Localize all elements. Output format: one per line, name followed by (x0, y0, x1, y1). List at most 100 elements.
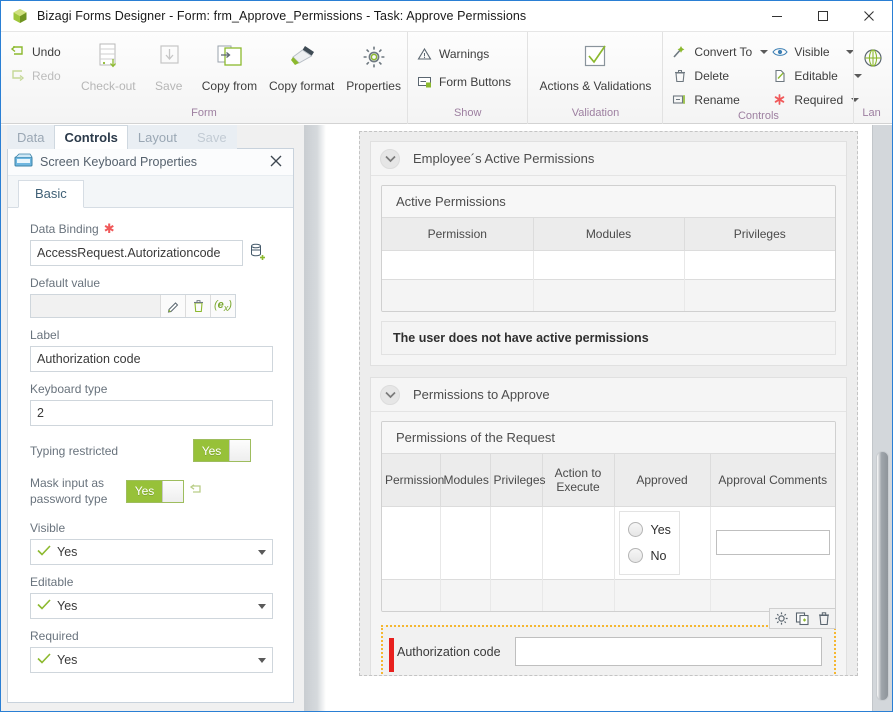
approval-comments-input[interactable] (715, 530, 830, 555)
section-header[interactable]: Employee´s Active Permissions (371, 142, 846, 176)
radio-icon[interactable] (627, 522, 643, 537)
column-header-privileges[interactable]: Privileges (490, 454, 546, 507)
request-permissions-grid: Permissions of the Request Permission Mo… (381, 421, 836, 612)
convert-to-button[interactable]: Convert To (671, 42, 769, 61)
field-typing-restricted: Typing restricted Yes (30, 439, 273, 462)
cell-permission[interactable] (382, 506, 441, 579)
cell-action-to-execute[interactable] (542, 506, 615, 579)
editable-button[interactable]: Editable (771, 66, 862, 85)
language-button[interactable] (860, 36, 886, 78)
field-keyboard-type: Keyboard type (30, 382, 273, 426)
convert-wand-icon (671, 44, 688, 60)
visible-select[interactable]: Yes (30, 539, 273, 565)
undo-button[interactable]: Undo (9, 42, 67, 61)
grid-header-row: Permission Modules Privileges Action to … (382, 454, 835, 507)
check-out-button[interactable]: Check-out (75, 36, 142, 93)
delete-label: Delete (694, 68, 730, 83)
gear-icon[interactable] (773, 610, 790, 627)
duplicate-icon[interactable] (794, 610, 811, 627)
mask-input-toggle[interactable]: Yes (126, 479, 184, 503)
selected-control-authorization-code[interactable]: Authorization code (381, 608, 836, 675)
default-value-input[interactable] (31, 295, 160, 317)
tab-data[interactable]: Data (7, 125, 55, 149)
radio-option-no[interactable]: No (627, 543, 671, 569)
cell[interactable] (684, 250, 835, 279)
active-permissions-grid: Active Permissions Permission Modules Pr… (381, 185, 836, 312)
actions-validations-button[interactable]: Actions & Validations (533, 36, 659, 93)
copy-from-button[interactable]: Copy from (196, 36, 263, 93)
section-header[interactable]: Permissions to Approve (371, 378, 846, 412)
close-icon[interactable] (269, 154, 283, 171)
radio-option-yes[interactable]: Yes (627, 517, 671, 543)
panel-splitter[interactable] (304, 125, 326, 711)
canvas-vertical-scrollbar[interactable] (872, 125, 892, 711)
tab-basic[interactable]: Basic (18, 180, 84, 208)
mask-input-label: Mask input as password type (30, 476, 108, 506)
cell (684, 278, 835, 311)
column-header-permission[interactable]: Permission (382, 218, 534, 251)
chevron-down-icon[interactable] (380, 148, 400, 169)
table-row[interactable]: Yes No (382, 506, 835, 579)
form-page: Employee´s Active Permissions Active Per… (326, 125, 872, 711)
grid-footer-row (382, 278, 835, 311)
editable-select[interactable]: Yes (30, 593, 273, 619)
column-header-approval-comments[interactable]: Approval Comments (710, 454, 835, 507)
typing-restricted-toggle[interactable]: Yes (193, 439, 251, 462)
visible-label: Visible (30, 521, 66, 535)
section-body: Active Permissions Permission Modules Pr… (371, 176, 846, 365)
table-row[interactable] (382, 250, 835, 279)
redo-button[interactable]: Redo (9, 66, 67, 85)
keyboard-type-input[interactable] (30, 400, 273, 426)
label-input[interactable] (30, 346, 273, 372)
ribbon-group-validation: Actions & Validations Validation (527, 32, 662, 124)
data-binding-input[interactable] (30, 240, 243, 266)
copy-from-label: Copy from (201, 79, 258, 93)
close-button[interactable] (846, 1, 892, 32)
properties-panel: Screen Keyboard Properties Basic Data Bi… (7, 148, 294, 703)
tab-save[interactable]: Save (186, 125, 237, 149)
tab-layout[interactable]: Layout (127, 125, 187, 149)
cell[interactable] (533, 250, 685, 279)
maximize-button[interactable] (800, 1, 846, 32)
authorization-code-input[interactable] (515, 637, 822, 666)
column-header-action-to-execute[interactable]: Action to Execute (542, 454, 615, 507)
expression-ex-icon[interactable]: (ex) (210, 295, 235, 317)
chevron-down-icon[interactable] (380, 384, 400, 405)
visible-label: Visible (794, 44, 830, 59)
column-header-privileges[interactable]: Privileges (684, 218, 835, 251)
cell-approved: Yes No (614, 506, 711, 579)
copy-format-button[interactable]: Copy format (263, 36, 340, 93)
column-header-permission[interactable]: Permission (382, 454, 444, 507)
scrollbar-thumb[interactable] (876, 451, 889, 701)
pencil-icon[interactable] (160, 295, 185, 317)
form-buttons-button[interactable]: Form Buttons (416, 72, 511, 91)
trash-icon[interactable] (185, 295, 210, 317)
copy-from-icon (212, 38, 246, 78)
required-asterisk-icon: ✱ (103, 221, 115, 236)
save-button[interactable]: Save (142, 36, 196, 93)
column-header-approved[interactable]: Approved (614, 454, 711, 507)
cell (382, 278, 534, 311)
undo-arrow-icon[interactable] (184, 483, 206, 499)
required-button[interactable]: Required (771, 90, 860, 109)
cell-modules[interactable] (440, 506, 491, 579)
cell-privileges[interactable] (490, 506, 543, 579)
delete-button[interactable]: Delete (671, 66, 755, 85)
default-value-label: Default value (30, 276, 101, 290)
properties-panel-title: Screen Keyboard Properties (40, 155, 198, 169)
required-select[interactable]: Yes (30, 647, 273, 673)
column-header-modules[interactable]: Modules (533, 218, 685, 251)
tab-controls[interactable]: Controls (54, 125, 128, 149)
cell[interactable] (382, 250, 534, 279)
visible-button[interactable]: Visible (771, 42, 854, 61)
database-add-icon[interactable] (250, 243, 267, 264)
radio-icon[interactable] (627, 548, 643, 563)
column-header-modules[interactable]: Modules (440, 454, 491, 507)
trash-icon[interactable] (815, 610, 832, 627)
warnings-button[interactable]: Warnings (416, 44, 511, 63)
properties-button[interactable]: Properties (340, 36, 407, 93)
convert-to-label: Convert To (694, 44, 753, 59)
minimize-button[interactable] (754, 1, 800, 32)
rename-button[interactable]: Rename (671, 90, 755, 109)
warning-triangle-icon (416, 46, 433, 62)
